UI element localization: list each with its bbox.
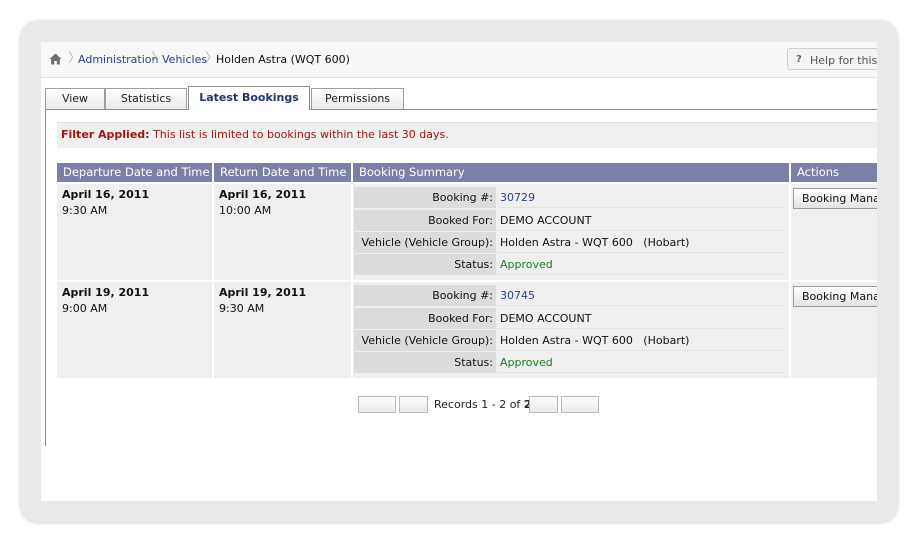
status-value: Approved xyxy=(498,254,783,275)
breadcrumb-vehicles[interactable]: Vehicles xyxy=(162,54,207,66)
status-value: Approved xyxy=(498,352,783,373)
return-date: April 16, 2011 xyxy=(219,188,307,201)
return-time: 9:30 AM xyxy=(219,302,265,315)
departure-date: April 19, 2011 xyxy=(62,286,150,299)
last-page-button[interactable] xyxy=(561,396,599,413)
departure-date: April 16, 2011 xyxy=(62,188,150,201)
return-cell: April 19, 2011 9:30 AM xyxy=(214,282,351,378)
table-row: April 19, 2011 9:00 AM April 19, 2011 9:… xyxy=(57,282,877,378)
vehicle-value: Holden Astra - WQT 600 (Hobart) xyxy=(498,232,783,253)
column-header-departure[interactable]: Departure Date and Time xyxy=(57,163,212,182)
tab-latest-bookings[interactable]: Latest Bookings xyxy=(188,86,310,110)
breadcrumb-administration[interactable]: Administration xyxy=(78,54,159,66)
records-label: Records 1 - 2 of xyxy=(434,398,521,411)
column-header-return[interactable]: Return Date and Time xyxy=(214,163,351,182)
tab-view[interactable]: View xyxy=(45,88,105,109)
booking-number-link[interactable]: 30729 xyxy=(498,187,783,208)
summary-row-booked-for: Booked For: DEMO ACCOUNT xyxy=(353,209,789,231)
vehicle-label: Vehicle (Vehicle Group): xyxy=(354,232,496,253)
tab-permissions[interactable]: Permissions xyxy=(311,88,404,109)
breadcrumb: 〉 Administration 〉 Vehicles 〉 Holden Ast… xyxy=(41,42,877,78)
summary-row-booking: Booking #: 30729 xyxy=(353,186,789,208)
booking-manage-button[interactable]: Booking Manag xyxy=(793,286,877,307)
departure-cell: April 16, 2011 9:30 AM xyxy=(57,184,212,280)
return-cell: April 16, 2011 10:00 AM xyxy=(214,184,351,280)
help-label: Help for this p xyxy=(810,54,877,67)
summary-row-status: Status: Approved xyxy=(353,351,789,373)
summary-row-booked-for: Booked For: DEMO ACCOUNT xyxy=(353,307,789,329)
summary-row-vehicle: Vehicle (Vehicle Group): Holden Astra - … xyxy=(353,231,789,253)
actions-cell: Booking Manag xyxy=(791,184,877,280)
main-panel: 〉 Administration 〉 Vehicles 〉 Holden Ast… xyxy=(41,42,877,501)
booking-summary: Booking #: 30729 Booked For: DEMO ACCOUN… xyxy=(353,184,789,280)
content-border xyxy=(45,109,46,446)
actions-cell: Booking Manag xyxy=(791,282,877,378)
booked-for-label: Booked For: xyxy=(354,210,496,231)
departure-time: 9:30 AM xyxy=(62,204,108,217)
vehicle-label: Vehicle (Vehicle Group): xyxy=(354,330,496,351)
tab-statistics[interactable]: Statistics xyxy=(105,88,187,109)
booked-for-value: DEMO ACCOUNT xyxy=(498,308,783,329)
breadcrumb-current: Holden Astra (WQT 600) xyxy=(216,53,350,66)
summary-row-booking: Booking #: 30745 xyxy=(353,284,789,306)
previous-page-button[interactable] xyxy=(399,396,428,413)
booking-summary: Booking #: 30745 Booked For: DEMO ACCOUN… xyxy=(353,282,789,378)
return-time: 10:00 AM xyxy=(219,204,272,217)
help-icon: ? xyxy=(796,54,802,65)
tab-divider xyxy=(45,109,877,110)
departure-time: 9:00 AM xyxy=(62,302,108,315)
vehicle-value: Holden Astra - WQT 600 (Hobart) xyxy=(498,330,783,351)
status-label: Status: xyxy=(354,254,496,275)
help-button[interactable]: ? Help for this p xyxy=(787,48,877,70)
table-row: April 16, 2011 9:30 AM April 16, 2011 10… xyxy=(57,184,877,280)
booking-number-link[interactable]: 30745 xyxy=(498,285,783,306)
filter-text: This list is limited to bookings within … xyxy=(153,128,449,141)
records-count: Records 1 - 2 of 2 xyxy=(434,398,531,411)
status-label: Status: xyxy=(354,352,496,373)
summary-row-status: Status: Approved xyxy=(353,253,789,275)
column-header-summary[interactable]: Booking Summary xyxy=(353,163,789,182)
filter-notice: Filter Applied: This list is limited to … xyxy=(57,122,877,148)
booking-number-label: Booking #: xyxy=(354,285,496,306)
summary-row-vehicle: Vehicle (Vehicle Group): Holden Astra - … xyxy=(353,329,789,351)
column-header-actions: Actions xyxy=(791,163,877,182)
booked-for-value: DEMO ACCOUNT xyxy=(498,210,783,231)
booked-for-label: Booked For: xyxy=(354,308,496,329)
next-page-button[interactable] xyxy=(529,396,558,413)
departure-cell: April 19, 2011 9:00 AM xyxy=(57,282,212,378)
booking-manage-button[interactable]: Booking Manag xyxy=(793,188,877,209)
filter-label: Filter Applied: xyxy=(61,128,150,141)
return-date: April 19, 2011 xyxy=(219,286,307,299)
booking-number-label: Booking #: xyxy=(354,187,496,208)
home-icon[interactable] xyxy=(49,53,62,65)
first-page-button[interactable] xyxy=(358,396,396,413)
